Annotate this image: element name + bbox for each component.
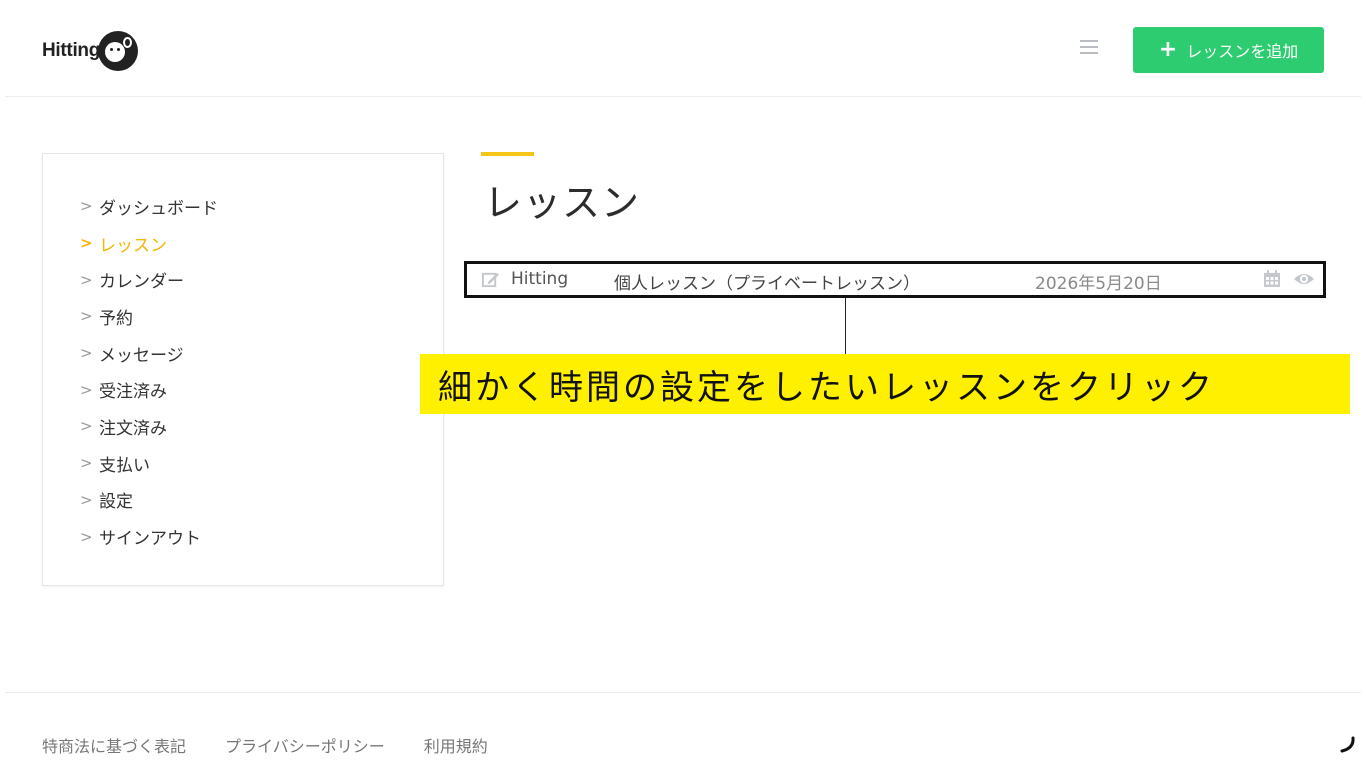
footer-link-terms[interactable]: 利用規約 bbox=[424, 733, 488, 757]
lesson-date: 2026年5月20日 bbox=[1035, 274, 1162, 294]
header-divider bbox=[5, 96, 1361, 97]
chevron-right-icon: > bbox=[80, 417, 93, 436]
chevron-right-icon: > bbox=[80, 527, 93, 546]
sidebar-item-label: 支払い bbox=[99, 455, 150, 476]
sidebar-menu: > ダッシュボード > レッスン > カレンダー > 予約 > メッセージ > 受注済み >… bbox=[80, 188, 218, 555]
sidebar-item-label: サインアウト bbox=[99, 529, 201, 550]
sidebar-item-label: ダッシュボード bbox=[99, 198, 218, 219]
chevron-right-icon: > bbox=[80, 344, 93, 363]
sidebar-item-lessons[interactable]: > レッスン bbox=[80, 225, 218, 262]
chevron-right-icon: > bbox=[80, 234, 93, 253]
chevron-right-icon: > bbox=[80, 307, 93, 326]
sidebar-item-sign-out[interactable]: > サインアウト bbox=[80, 518, 218, 555]
sidebar-item-reservations[interactable]: > 予約 bbox=[80, 298, 218, 335]
logo-text: Hitting bbox=[42, 40, 101, 61]
sidebar-item-label: メッセージ bbox=[99, 345, 184, 366]
sidebar-item-messages[interactable]: > メッセージ bbox=[80, 335, 218, 372]
chevron-right-icon: > bbox=[80, 270, 93, 289]
sidebar-item-label: 注文済み bbox=[99, 418, 167, 439]
calendar-icon[interactable] bbox=[1263, 270, 1281, 288]
chevron-right-icon: > bbox=[80, 197, 93, 216]
lesson-name[interactable]: 個人レッスン（プライベートレッスン） bbox=[614, 269, 920, 294]
logo-mascot-icon bbox=[98, 31, 139, 71]
sidebar-item-label: 設定 bbox=[99, 492, 133, 513]
lesson-organizer: Hitting bbox=[511, 269, 569, 289]
sidebar-item-placed-orders[interactable]: > 注文済み bbox=[80, 408, 218, 445]
sidebar: > ダッシュボード > レッスン > カレンダー > 予約 > メッセージ > 受注済み >… bbox=[42, 153, 444, 586]
sidebar-item-calendar[interactable]: > カレンダー bbox=[80, 261, 218, 298]
corner-hook-icon bbox=[1340, 736, 1355, 753]
sidebar-item-label: 予約 bbox=[99, 308, 133, 329]
top-header: Hitting + レッスンを追加 bbox=[0, 0, 1366, 97]
footer-divider bbox=[5, 692, 1361, 693]
chevron-right-icon: > bbox=[80, 490, 93, 509]
plus-icon: + bbox=[1158, 37, 1178, 62]
sidebar-item-label: レッスン bbox=[99, 235, 167, 256]
edit-icon[interactable] bbox=[481, 270, 500, 289]
sidebar-item-payments[interactable]: > 支払い bbox=[80, 445, 218, 482]
annotation-callout: 細かく時間の設定をしたいレッスンをクリック bbox=[420, 354, 1350, 414]
footer-link-commerce-law[interactable]: 特商法に基づく表記 bbox=[42, 733, 186, 757]
sidebar-item-dashboard[interactable]: > ダッシュボード bbox=[80, 188, 218, 225]
hamburger-menu-icon[interactable] bbox=[1080, 40, 1098, 56]
chevron-right-icon: > bbox=[80, 454, 93, 473]
sidebar-item-received-orders[interactable]: > 受注済み bbox=[80, 371, 218, 408]
footer-link-privacy-policy[interactable]: プライバシーポリシー bbox=[225, 733, 385, 757]
title-accent-bar bbox=[481, 152, 534, 156]
footer-links: 特商法に基づく表記 プライバシーポリシー 利用規約 bbox=[42, 733, 527, 757]
add-lesson-button[interactable]: + レッスンを追加 bbox=[1133, 27, 1324, 73]
chevron-right-icon: > bbox=[80, 380, 93, 399]
page-title: レッスン bbox=[484, 181, 641, 225]
sidebar-item-label: カレンダー bbox=[99, 272, 184, 293]
logo[interactable]: Hitting bbox=[42, 25, 139, 77]
lesson-row[interactable]: Hitting 個人レッスン（プライベートレッスン） 2026年5月20日 bbox=[464, 261, 1326, 298]
add-lesson-label: レッスンを追加 bbox=[1186, 42, 1299, 61]
annotation-pointer-line bbox=[845, 298, 846, 355]
sidebar-item-label: 受注済み bbox=[99, 382, 167, 403]
sidebar-item-settings[interactable]: > 設定 bbox=[80, 482, 218, 519]
eye-icon[interactable] bbox=[1293, 271, 1315, 287]
